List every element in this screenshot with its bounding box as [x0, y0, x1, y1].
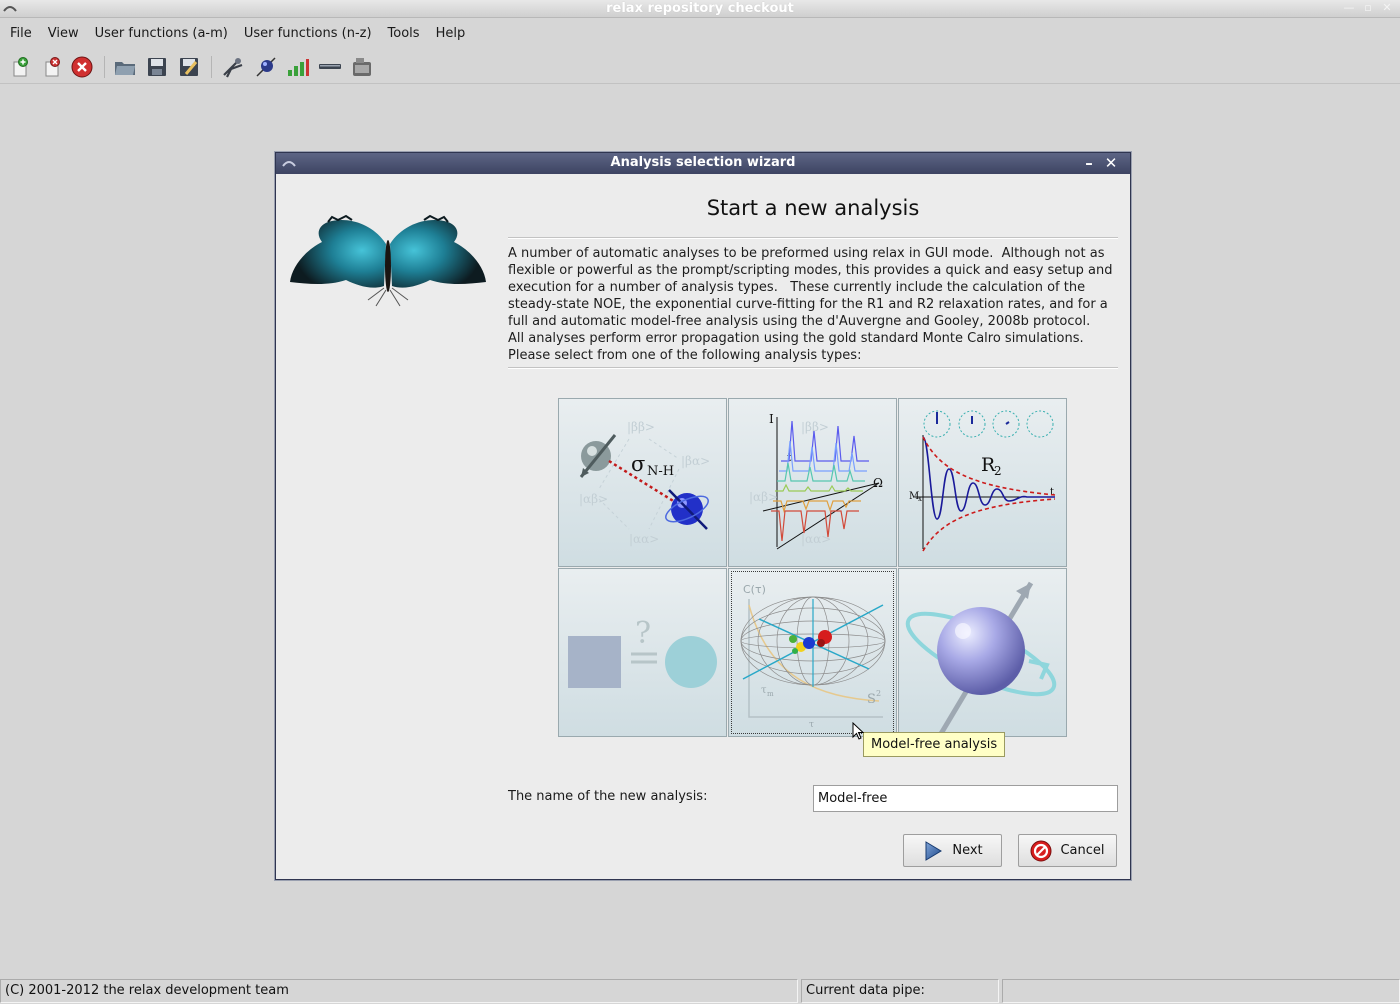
flat-bar-icon[interactable]: [317, 54, 343, 80]
heading-divider: [508, 237, 1118, 239]
close-all-icon[interactable]: [69, 54, 95, 80]
sigma-subscript: N-H: [647, 464, 674, 479]
minimize-icon[interactable]: —: [1342, 2, 1356, 14]
cancel-button[interactable]: Cancel: [1018, 834, 1117, 867]
r1-ket-aa: |αα>: [801, 532, 831, 546]
dialog-close-icon[interactable]: ✕: [1103, 155, 1119, 171]
next-arrow-icon: [925, 840, 943, 861]
dialog-body: Start a new analysis A number of automat…: [276, 174, 1130, 879]
copyright-status: (C) 2001-2012 the relax development team: [0, 979, 798, 1003]
tau-m-subscript: m: [767, 690, 774, 698]
save-as-icon[interactable]: [176, 54, 202, 80]
save-icon[interactable]: [144, 54, 170, 80]
next-button[interactable]: Next: [903, 834, 1002, 867]
r2-magnetization-subscript: x: [918, 495, 922, 503]
menu-tools[interactable]: Tools: [380, 22, 428, 46]
model-free-analysis-tile[interactable]: C(τ) τ m S 2 τ: [728, 568, 897, 737]
analysis-name-input[interactable]: [813, 785, 1118, 812]
menu-file[interactable]: File: [2, 22, 40, 46]
delete-data-pipe-icon[interactable]: [39, 54, 65, 80]
consistency-testing-tile[interactable]: ?: [558, 568, 727, 737]
tau-m-label: τ: [761, 685, 767, 696]
menu-view[interactable]: View: [40, 22, 87, 46]
menu-help[interactable]: Help: [428, 22, 474, 46]
steady-state-noe-icon[interactable]: [220, 54, 246, 80]
menu-user-functions-n-z[interactable]: User functions (n-z): [236, 22, 380, 46]
r1-omega-axis-label: Ω: [873, 476, 883, 490]
analysis-type-grid: |ββ> |βα> |αβ> |αα> σ N-H I t Ω |ββ> |αβ…: [558, 398, 1068, 738]
model-free-tooltip: Model-free analysis: [863, 732, 1006, 757]
relax-butterfly-logo: [290, 214, 486, 307]
r2-analysis-tile[interactable]: M x t R 2: [898, 398, 1067, 567]
r1-ket-bb: |ββ>: [801, 420, 829, 434]
next-button-label: Next: [952, 843, 983, 858]
open-icon[interactable]: [112, 54, 138, 80]
dialog-title-bar: Analysis selection wizard – ✕: [276, 153, 1130, 174]
bar-chart-icon[interactable]: [285, 54, 311, 80]
relaxation-rate-icon[interactable]: [253, 54, 279, 80]
ket-aa-label: |αα>: [629, 532, 659, 546]
analysis-description: A number of automatic analyses to be pre…: [508, 246, 1113, 363]
menubar: File View User functions (a-m) User func…: [0, 22, 1400, 46]
r1-intensity-axis-label: I: [769, 412, 774, 426]
ket-ba-label: |βα>: [681, 454, 710, 468]
r1-ket-ab: |αβ>: [749, 490, 778, 504]
new-data-pipe-icon[interactable]: [7, 54, 33, 80]
question-mark-label: ?: [635, 616, 651, 651]
dialog-minimize-icon[interactable]: –: [1081, 155, 1097, 171]
r2-subscript: 2: [994, 464, 1002, 478]
custom-analysis-tile[interactable]: [898, 568, 1067, 737]
current-data-pipe-status: Current data pipe:: [801, 979, 999, 1003]
r1-analysis-tile[interactable]: I t Ω |ββ> |αβ> |αα>: [728, 398, 897, 567]
close-icon[interactable]: ✕: [1380, 2, 1394, 14]
tau-axis-label: τ: [809, 720, 814, 730]
s2-superscript: 2: [876, 689, 881, 698]
ket-bb-label: |ββ>: [627, 420, 655, 434]
analysis-name-label: The name of the new analysis:: [508, 789, 708, 804]
cancel-icon: [1030, 840, 1052, 861]
sigma-label: σ: [631, 452, 645, 476]
status-bar: (C) 2001-2012 the relax development team…: [0, 978, 1400, 1004]
main-window-title: relax repository checkout: [606, 1, 794, 16]
s2-label: S: [867, 692, 876, 707]
maximize-icon[interactable]: ▫: [1361, 2, 1375, 14]
mouse-pointer-icon: [852, 722, 864, 740]
dialog-title: Analysis selection wizard: [610, 155, 796, 170]
dialog-heading: Start a new analysis: [706, 196, 920, 220]
c-tau-label: C(τ): [743, 583, 766, 596]
status-extra-field: [1002, 979, 1400, 1003]
cancel-button-label: Cancel: [1060, 843, 1105, 858]
analysis-selection-dialog: Analysis selection wizard – ✕ Start a ne…: [275, 152, 1131, 880]
menu-user-functions-a-m[interactable]: User functions (a-m): [87, 22, 236, 46]
description-divider: [508, 367, 1118, 369]
main-title-bar: relax repository checkout — ▫ ✕: [0, 0, 1400, 18]
spectrum-viewer-icon[interactable]: [349, 54, 375, 80]
toolbar: [0, 50, 1400, 84]
ket-ab-label: |αβ>: [579, 492, 608, 506]
noe-analysis-tile[interactable]: |ββ> |βα> |αβ> |αα> σ N-H: [558, 398, 727, 567]
